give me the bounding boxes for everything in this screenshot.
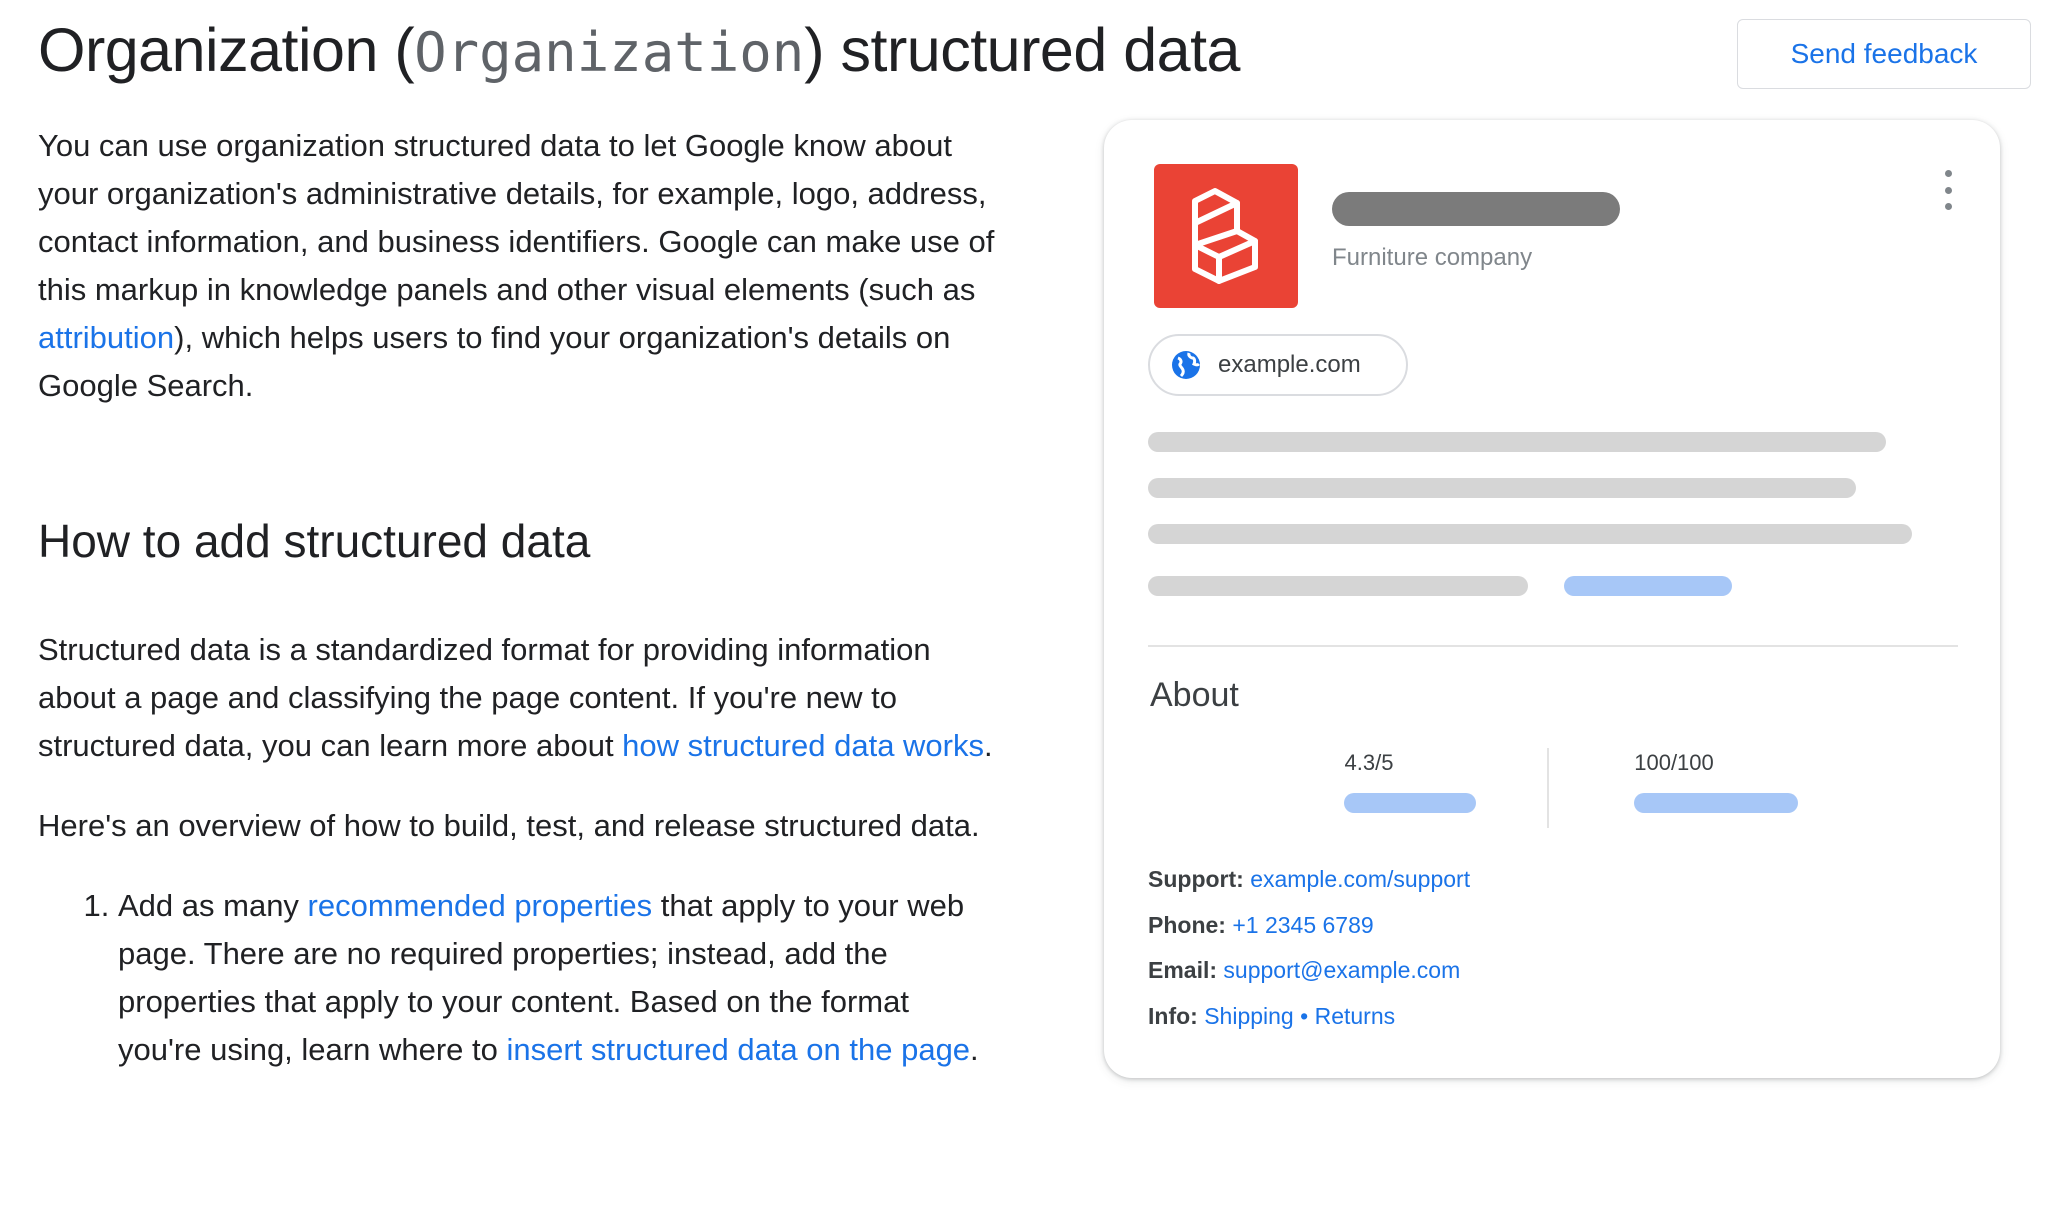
list-item: Add as many recommended properties that … — [118, 882, 998, 1074]
score-bar-placeholder — [1634, 793, 1798, 813]
title-text-after: ) structured data — [804, 16, 1240, 84]
description-link-placeholder — [1564, 576, 1732, 596]
title-text-before: Organization ( — [38, 16, 415, 84]
article-body: You can use organization structured data… — [38, 122, 998, 1074]
website-chip[interactable]: example.com — [1148, 334, 1408, 396]
page-title: Organization (Organization) structured d… — [38, 8, 1240, 95]
recommended-properties-link[interactable]: recommended properties — [308, 888, 653, 923]
shipping-link[interactable]: Shipping — [1204, 1003, 1294, 1029]
about-heading: About — [1150, 676, 1239, 714]
returns-link[interactable]: Returns — [1315, 1003, 1396, 1029]
rating-bar-placeholder — [1344, 793, 1476, 813]
description-placeholder-line — [1148, 576, 1528, 596]
knowledge-panel-card: Furniture company example.com About 4.3/… — [1104, 120, 2000, 1078]
phone-link[interactable]: +1 2345 6789 — [1232, 912, 1373, 938]
website-label: example.com — [1218, 351, 1361, 378]
description-placeholder-line — [1148, 524, 1912, 544]
section-heading: How to add structured data — [38, 515, 591, 567]
structured-data-paragraph: Structured data is a standardized format… — [38, 632, 993, 763]
globe-icon — [1172, 351, 1201, 379]
description-placeholder-line — [1148, 478, 1856, 498]
description-placeholder-line — [1148, 432, 1886, 452]
support-link[interactable]: example.com/support — [1250, 866, 1470, 892]
more-vert-icon[interactable] — [1936, 170, 1960, 210]
section-divider — [1148, 645, 1958, 647]
attribution-link[interactable]: attribution — [38, 320, 174, 355]
info-row: Info: Shipping • Returns — [1148, 1003, 1396, 1029]
send-feedback-button[interactable]: Send feedback — [1737, 19, 2031, 89]
overview-paragraph: Here's an overview of how to build, test… — [38, 808, 980, 843]
email-link[interactable]: support@example.com — [1223, 957, 1460, 983]
company-name-placeholder — [1332, 192, 1620, 226]
score-value: 100/100 — [1634, 750, 1714, 775]
support-row: Support: example.com/support — [1148, 866, 1471, 892]
company-category: Furniture company — [1332, 244, 1533, 271]
rating-value: 4.3/5 — [1344, 750, 1394, 775]
box-cube-logo-icon — [1154, 164, 1298, 308]
title-code: Organization — [414, 21, 805, 84]
steps-list: Add as many recommended properties that … — [38, 882, 998, 1074]
how-structured-data-works-link[interactable]: how structured data works — [622, 728, 984, 763]
phone-row: Phone: +1 2345 6789 — [1148, 912, 1374, 938]
email-row: Email: support@example.com — [1148, 957, 1461, 983]
stats-divider — [1547, 748, 1549, 828]
intro-paragraph: You can use organization structured data… — [38, 128, 995, 403]
insert-structured-data-link[interactable]: insert structured data on the page — [506, 1032, 970, 1067]
info-separator: • — [1293, 1003, 1315, 1029]
